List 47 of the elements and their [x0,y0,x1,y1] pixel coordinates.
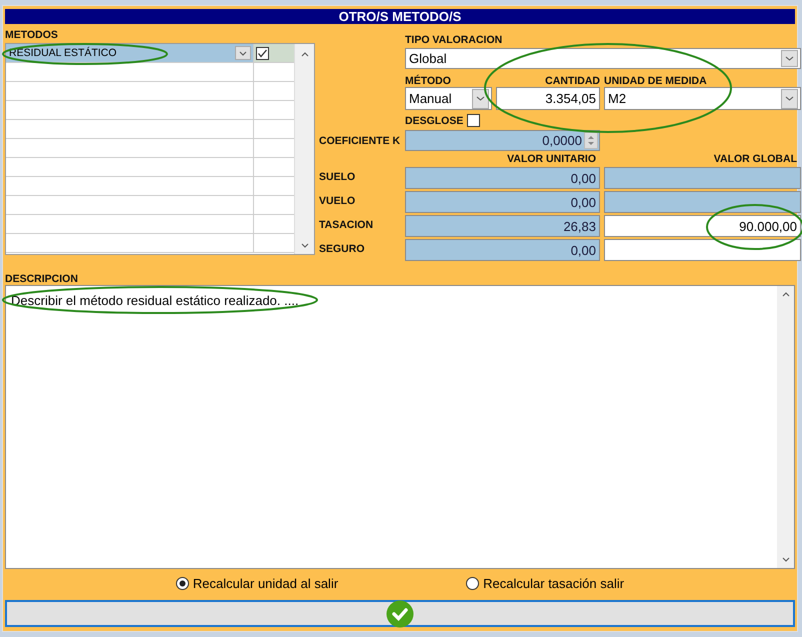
valor-global-field[interactable]: 90.000,00 [604,215,801,237]
scroll-up-icon[interactable] [300,50,310,58]
scroll-down-icon[interactable] [780,556,790,564]
scroll-up-icon[interactable] [780,290,790,298]
cantidad-label: CANTIDAD [545,75,600,87]
cantidad-field[interactable]: 3.354,05 [496,87,600,110]
radio-button[interactable] [176,576,189,590]
descripcion-label: DESCRIPCION [5,272,79,285]
row-label: SUELO [319,171,356,183]
coeficiente-k-field[interactable]: 0,0000 [405,130,600,151]
scroll-down-icon[interactable] [300,242,310,250]
checkbox[interactable] [467,114,480,127]
row-label: SEGURO [319,243,365,255]
check-icon [386,600,414,628]
dropdown-icon[interactable] [235,46,251,60]
column-header: VALOR UNITARIO [507,153,596,165]
checkbox[interactable] [256,46,269,60]
scrollbar[interactable] [294,44,314,254]
metodo-label: MÉTODO [405,75,451,87]
descripcion-textarea[interactable]: Describir el método residual estático realizado. .... [5,284,795,569]
row-label: TASACION [319,219,374,231]
radio-option[interactable]: Recalcular tasación salir [466,576,624,591]
confirm-button[interactable] [5,600,795,628]
window-title: OTRO/S METODO/S [5,9,795,24]
unidad-label: UNIDAD DE MEDIDA [604,75,707,87]
coeficiente-k-label: COEFICIENTE K [319,134,400,146]
metodos-label: METODOS [5,30,59,41]
scrollbar[interactable] [777,286,794,568]
valor-unitario-field[interactable]: 0,00 [405,239,600,261]
dropdown-icon[interactable] [781,50,798,67]
valor-unitario-field[interactable]: 0,00 [405,191,600,213]
radio-option[interactable]: Recalcular unidad al salir [176,576,338,591]
desglose-label: DESGLOSE [405,114,464,126]
spinner-icon[interactable] [584,132,598,149]
tipo-valoracion-label: TIPO VALORACION [405,34,502,46]
method-cell[interactable]: RESIDUAL ESTÁTICO [6,44,254,62]
tipo-valoracion-select[interactable]: Global [405,48,801,69]
radio-button[interactable] [466,576,480,590]
valor-global-field[interactable] [604,239,801,261]
dropdown-icon[interactable] [472,88,489,108]
dropdown-icon[interactable] [781,88,798,108]
row-label: VUELO [319,195,356,207]
unidad-select[interactable]: M2 [604,87,801,110]
metodo-select[interactable]: Manual [405,87,492,110]
column-header: VALOR GLOBAL [714,153,797,165]
valor-unitario-field[interactable]: 0,00 [405,167,600,189]
valor-unitario-field[interactable]: 26,83 [405,215,600,237]
